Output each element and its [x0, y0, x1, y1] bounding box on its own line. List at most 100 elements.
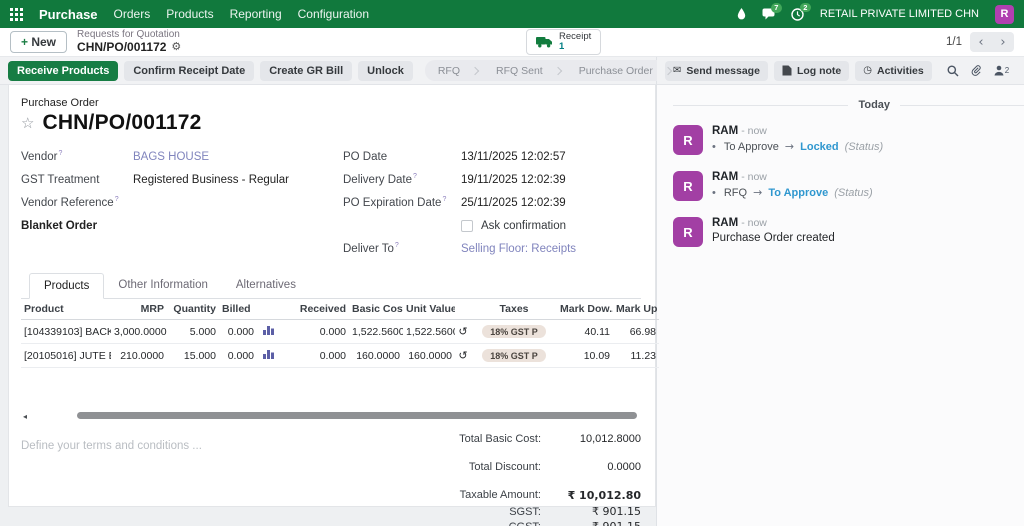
note-icon [782, 65, 792, 76]
send-message-button[interactable]: ✉ Send message [665, 60, 768, 81]
taxable-amount-label: Taxable Amount: [459, 489, 541, 501]
col-basic-cost[interactable]: Basic Cost [349, 299, 403, 320]
form-sheet: Purchase Order ☆ CHN/PO/001172 VendorBAG… [8, 85, 659, 526]
menu-configuration[interactable]: Configuration [298, 7, 369, 21]
tracking-old-value: RFQ [723, 186, 748, 199]
statusbar-step-rfq[interactable]: RFQ [429, 65, 487, 77]
scrollbar-thumb[interactable] [77, 412, 637, 419]
form-pane: Receive Products Confirm Receipt Date Cr… [0, 57, 745, 526]
scroll-left-icon[interactable]: ◂ [23, 412, 27, 421]
forecast-chart-icon[interactable] [257, 343, 279, 368]
message-avatar: R [673, 171, 703, 201]
tab-products[interactable]: Products [29, 273, 105, 299]
order-lines-table: Product MRP Quantity Billed Received Bas… [21, 299, 659, 368]
table-row[interactable]: [104339103] BACK BAGS 3,000.0000 5.000 0… [21, 319, 659, 344]
col-taxes[interactable]: Taxes [471, 299, 557, 320]
taxable-amount-value: ₹ 10,012.80 [567, 488, 641, 502]
total-discount-value: 0.0000 [607, 461, 641, 473]
top-navbar: Purchase Orders Products Reporting Confi… [0, 0, 1024, 28]
new-button[interactable]: New [10, 31, 68, 53]
tax-badge[interactable]: 18% GST P [482, 349, 546, 362]
receipt-stat-button[interactable]: Receipt 1 [526, 28, 602, 56]
delivery-date-label: Delivery Date [343, 173, 461, 186]
message-body: Purchase Order created [712, 232, 835, 244]
total-basic-cost-label: Total Basic Cost: [459, 433, 541, 445]
today-divider: Today [673, 99, 1024, 111]
col-mark-up[interactable]: Mark Up % [613, 299, 659, 320]
blanket-order-label: Blanket Order [21, 219, 98, 232]
history-icon[interactable]: ↺ [455, 343, 471, 368]
create-gr-bill-button[interactable]: Create GR Bill [260, 60, 353, 81]
history-icon[interactable]: ↺ [455, 319, 471, 344]
pager-next-icon[interactable]: › [992, 32, 1014, 52]
activity-clock-icon: ◷ [863, 65, 872, 76]
activities-icon[interactable]: 2 [791, 2, 811, 21]
receive-products-button[interactable]: Receive Products [8, 60, 119, 81]
sgst-value: ₹ 901.15 [592, 505, 641, 518]
ask-confirmation-checkbox[interactable] [461, 219, 473, 232]
delivery-date-field[interactable]: 19/11/2025 12:02:39 [461, 174, 566, 186]
tracking-field-name: (Status) [844, 140, 884, 153]
tracking-field-name: (Status) [834, 186, 873, 199]
user-avatar[interactable]: R [995, 4, 1014, 24]
tax-badge[interactable]: 18% GST P [482, 325, 546, 338]
tab-other-information[interactable]: Other Information [104, 273, 221, 298]
col-quantity[interactable]: Quantity [167, 299, 219, 320]
po-expiration-date-field[interactable]: 25/11/2025 12:02:39 [461, 197, 566, 209]
message-tracking: R RAM- now RFQ → To Approve (Status) [673, 171, 1024, 201]
pager-previous-icon[interactable]: ‹ [970, 32, 992, 52]
notebook-tabs: Products Other Information Alternatives [21, 273, 641, 299]
product-link[interactable]: [104339103] BACK BAGS [21, 319, 111, 344]
arrow-right-icon: → [753, 186, 763, 199]
messages-icon[interactable]: 7 [762, 3, 782, 20]
menu-reporting[interactable]: Reporting [230, 7, 282, 21]
terms-and-conditions-input[interactable]: Define your terms and conditions ... [21, 430, 373, 526]
messages-badge: 7 [770, 3, 782, 13]
tracking-old-value: To Approve [723, 140, 779, 153]
col-unit-value[interactable]: Unit Value [403, 299, 455, 320]
forecast-chart-icon[interactable] [257, 319, 279, 344]
col-received[interactable]: Received [279, 299, 349, 320]
unlock-button[interactable]: Unlock [358, 60, 413, 81]
tab-alternatives[interactable]: Alternatives [222, 273, 310, 298]
company-name[interactable]: RETAIL PRIVATE LIMITED CHN [820, 8, 979, 20]
product-link[interactable]: [20105016] JUTE BAGS [21, 343, 111, 368]
deliver-to-label: Deliver To [343, 242, 461, 255]
col-billed[interactable]: Billed [219, 299, 257, 320]
po-expiration-date-label: PO Expiration Date [343, 196, 461, 209]
cgst-value: ₹ 901.15 [555, 520, 641, 526]
message-note: R RAM - now Purchase Order created [673, 217, 1024, 247]
col-mrp[interactable]: MRP [111, 299, 167, 320]
table-row[interactable]: [20105016] JUTE BAGS 210.0000 15.000 0.0… [21, 343, 659, 368]
po-date-field[interactable]: 13/11/2025 12:02:57 [461, 151, 566, 163]
breadcrumb: Requests for Quotation CHN/PO/001172 ⚙ [77, 29, 181, 54]
menu-products[interactable]: Products [166, 7, 213, 21]
apps-menu-icon[interactable] [10, 7, 23, 21]
droplet-icon[interactable] [737, 8, 746, 20]
gst-treatment-field[interactable]: Registered Business - Regular [133, 174, 289, 186]
totals-block: Total Basic Cost: 10,012.8000 Total Disco… [373, 430, 641, 526]
confirm-receipt-date-button[interactable]: Confirm Receipt Date [124, 60, 255, 81]
activities-button[interactable]: ◷ Activities [855, 60, 932, 81]
col-product[interactable]: Product [21, 299, 111, 320]
app-name[interactable]: Purchase [39, 7, 98, 22]
favorite-star-icon[interactable]: ☆ [21, 114, 34, 132]
settings-gear-icon[interactable]: ⚙ [171, 41, 181, 54]
horizontal-scrollbar[interactable]: ◂ [21, 412, 641, 421]
message-feed: Today R RAM- now To Approve → Locked (St… [657, 85, 1024, 277]
attachments-icon[interactable] [971, 64, 982, 77]
statusbar-step-rfq-sent[interactable]: RFQ Sent [487, 65, 570, 77]
gst-treatment-label: GST Treatment [21, 173, 100, 186]
total-basic-cost-value: 10,012.8000 [579, 433, 641, 445]
vendor-field[interactable]: BAGS HOUSE [133, 151, 209, 163]
vendor-reference-label: Vendor Reference [21, 196, 133, 209]
chatter-toolbar: ✉ Send message Log note ◷ Activities 2 [657, 57, 1024, 85]
menu-orders[interactable]: Orders [114, 7, 151, 21]
search-messages-icon[interactable] [947, 65, 959, 77]
message-author: RAM [712, 217, 739, 229]
deliver-to-field[interactable]: Selling Floor: Receipts [461, 243, 576, 255]
col-mark-down[interactable]: Mark Dow... [557, 299, 613, 320]
followers-icon[interactable]: 2 [994, 65, 1009, 76]
truck-icon [536, 36, 553, 48]
log-note-button[interactable]: Log note [773, 60, 850, 81]
